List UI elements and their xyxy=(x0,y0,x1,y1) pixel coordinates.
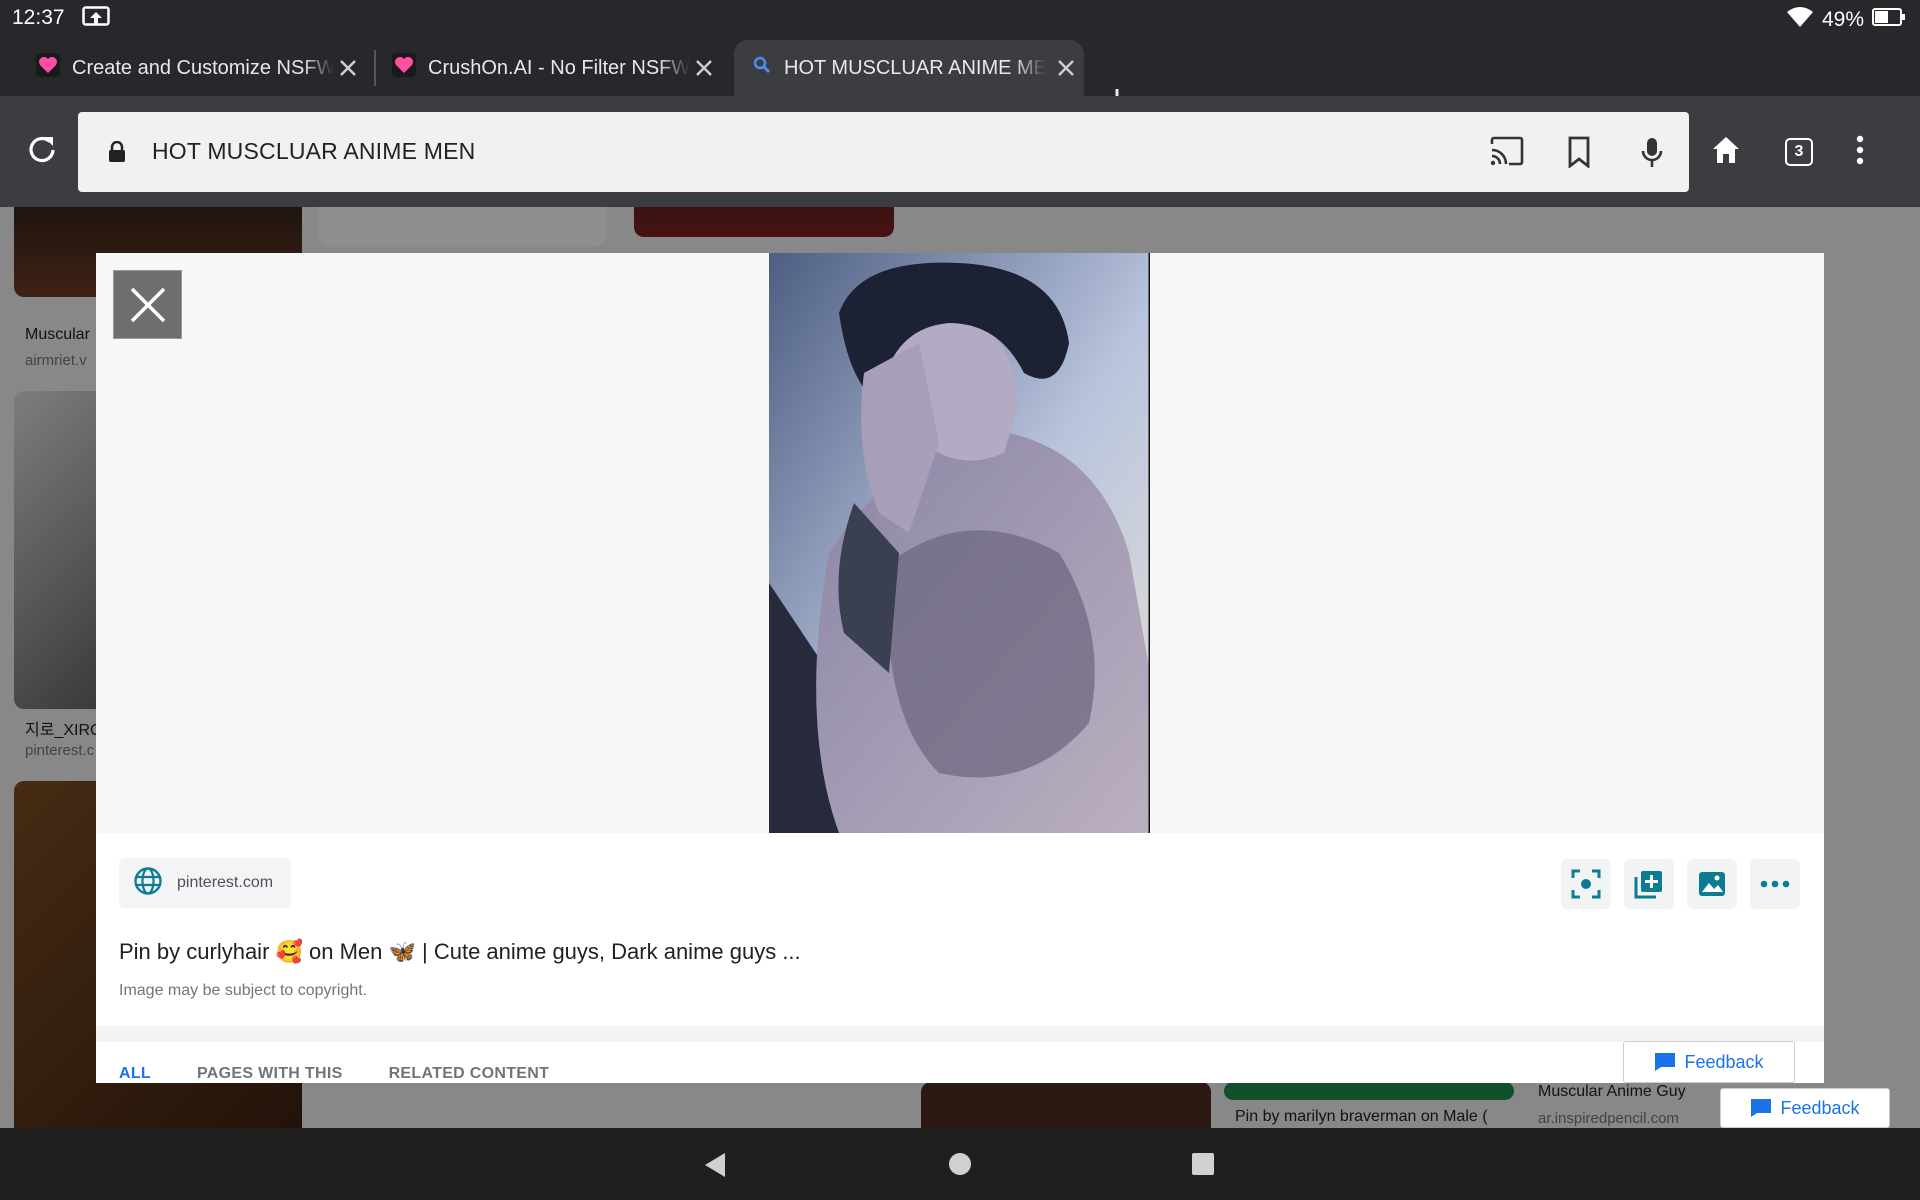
cast-icon[interactable] xyxy=(1489,136,1525,173)
tab-title: Create and Customize NSFW xyxy=(72,56,334,79)
battery-icon xyxy=(1872,7,1906,33)
lens-search-button[interactable] xyxy=(1561,859,1611,909)
lock-icon xyxy=(108,140,126,168)
image-caption[interactable]: Pin by curlyhair 🥰 on Men 🦋 | Cute anime… xyxy=(119,939,801,965)
close-icon xyxy=(130,287,165,322)
tab-all[interactable]: ALL xyxy=(119,1065,151,1083)
reload-icon[interactable] xyxy=(24,132,60,168)
more-horizontal-icon xyxy=(1760,880,1790,888)
tab-switcher-button[interactable]: 3 xyxy=(1785,138,1813,166)
recents-icon[interactable] xyxy=(1191,1152,1215,1181)
close-tab-icon[interactable] xyxy=(692,56,716,80)
tab-title: CrushOn.AI - No Filter NSFW xyxy=(428,56,690,79)
close-tab-icon[interactable] xyxy=(336,56,360,80)
omnibox-query[interactable]: HOT MUSCLUAR ANIME MEN xyxy=(152,138,475,165)
home-circle-icon[interactable] xyxy=(948,1152,972,1181)
tab-related-content[interactable]: RELATED CONTENT xyxy=(389,1065,550,1083)
screen-cast-icon xyxy=(82,6,110,34)
add-to-collection-icon xyxy=(1634,871,1662,899)
page-feedback-button[interactable]: Feedback xyxy=(1720,1088,1890,1128)
microphone-icon[interactable] xyxy=(1640,136,1664,175)
more-options-button[interactable] xyxy=(1750,859,1800,909)
search-favicon-icon xyxy=(752,55,772,81)
feedback-button[interactable]: Feedback xyxy=(1623,1041,1795,1083)
save-to-collection-button[interactable] xyxy=(1624,859,1674,909)
preview-image[interactable] xyxy=(769,253,1152,833)
more-menu-icon[interactable] xyxy=(1856,134,1864,171)
source-domain: pinterest.com xyxy=(177,874,274,891)
feedback-label: Feedback xyxy=(1684,1051,1764,1072)
image-preview-panel: pinterest.com Pin by curlyhair 🥰 on Men … xyxy=(96,253,1824,1083)
battery-percent: 49% xyxy=(1821,8,1864,31)
omnibox[interactable]: HOT MUSCLUAR ANIME MEN xyxy=(78,112,1689,192)
section-divider xyxy=(96,1026,1824,1042)
feedback-icon xyxy=(1751,1099,1772,1117)
tab-strip: Create and Customize NSFW CrushOn.AI - N… xyxy=(0,36,1920,113)
close-preview-button[interactable] xyxy=(113,270,182,339)
preview-subtabs: ALL PAGES WITH THIS RELATED CONTENT xyxy=(119,1065,549,1083)
browser-tab-3-active[interactable]: HOT MUSCLUAR ANIME ME xyxy=(734,40,1084,96)
browser-toolbar: HOT MUSCLUAR ANIME MEN xyxy=(0,96,1920,207)
image-stage xyxy=(96,253,1824,833)
tab-pages-with-this[interactable]: PAGES WITH THIS xyxy=(197,1065,343,1083)
browser-tab-2[interactable]: CrushOn.AI - No Filter NSFW xyxy=(392,40,722,96)
bookmark-icon[interactable] xyxy=(1567,136,1591,173)
clock: 12:37 xyxy=(12,6,65,29)
wifi-icon xyxy=(1786,6,1814,34)
source-link[interactable]: pinterest.com xyxy=(119,858,292,908)
system-navigation-bar xyxy=(0,1128,1920,1200)
back-icon[interactable] xyxy=(703,1152,727,1183)
heart-favicon-icon xyxy=(392,53,416,83)
tab-title: HOT MUSCLUAR ANIME ME xyxy=(784,56,1046,79)
visit-image-button[interactable] xyxy=(1687,859,1737,909)
image-icon xyxy=(1699,872,1725,896)
close-tab-icon[interactable] xyxy=(1054,56,1078,80)
feedback-icon xyxy=(1655,1053,1676,1071)
browser-tab-1[interactable]: Create and Customize NSFW xyxy=(36,40,366,96)
home-icon[interactable] xyxy=(1710,134,1742,171)
heart-favicon-icon xyxy=(36,53,60,83)
status-bar: 12:37 49% xyxy=(0,0,1920,36)
lens-icon xyxy=(1571,869,1601,899)
copyright-notice: Image may be subject to copyright. xyxy=(119,982,368,999)
tab-separator xyxy=(374,50,376,86)
globe-icon xyxy=(133,866,163,901)
feedback-label: Feedback xyxy=(1780,1097,1860,1118)
